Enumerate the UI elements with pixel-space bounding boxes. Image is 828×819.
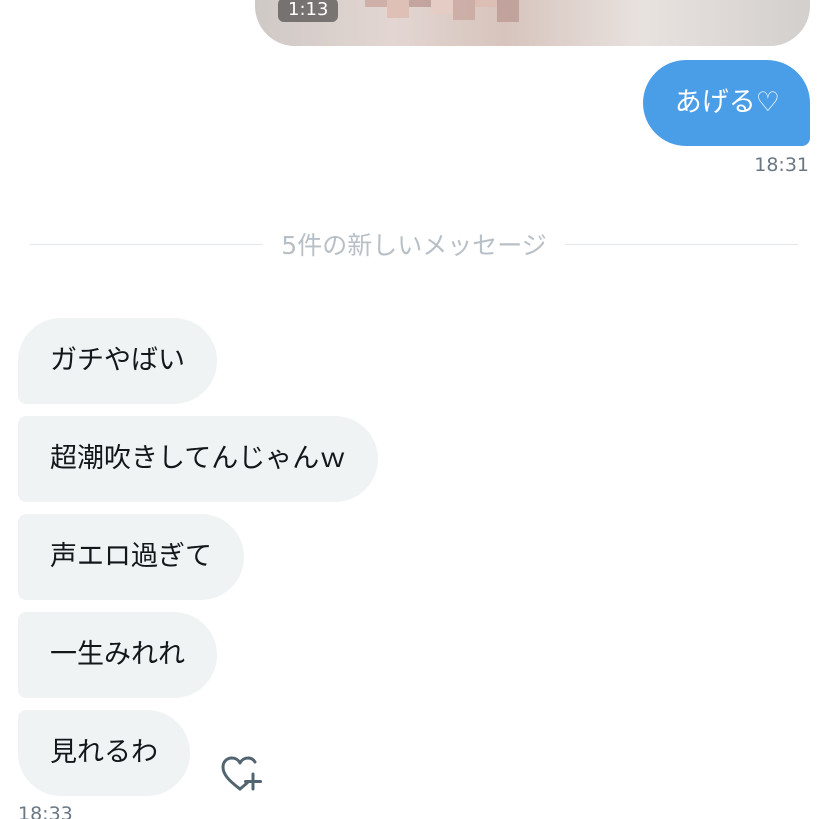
video-pixelation	[497, 0, 519, 22]
received-message-timestamp: 18:33	[18, 803, 73, 819]
received-message-bubble[interactable]: 一生みれれ	[18, 612, 217, 698]
sent-message-timestamp: 18:31	[754, 154, 809, 176]
divider-line-left	[30, 243, 264, 245]
sent-message-bubble[interactable]: あげる♡	[642, 60, 810, 146]
received-message-bubble[interactable]: 声エロ過ぎて	[18, 514, 244, 600]
video-pixelation	[387, 0, 409, 18]
dm-conversation: 1:13 あげる♡ 18:31 5件の新しいメッセージ ガチやばい 超潮吹きして…	[0, 0, 828, 819]
video-pixelation	[431, 0, 453, 14]
video-pixelation	[409, 0, 431, 7]
received-message-bubble[interactable]: ガチやばい	[18, 318, 217, 404]
new-messages-label: 5件の新しいメッセージ	[281, 231, 547, 260]
video-pixelation	[475, 0, 497, 7]
divider-line-right	[564, 243, 799, 245]
received-message-bubble[interactable]: 超潮吹きしてんじゃんｗ	[18, 416, 379, 502]
new-messages-divider: 5件の新しいメッセージ	[30, 224, 799, 264]
received-message-bubble[interactable]: 見れるわ	[18, 710, 190, 796]
video-pixelation	[365, 0, 387, 7]
video-pixelation	[453, 0, 475, 20]
heart-plus-icon[interactable]	[220, 755, 262, 793]
video-duration-badge: 1:13	[278, 0, 339, 22]
video-attachment[interactable]: 1:13	[255, 0, 810, 46]
